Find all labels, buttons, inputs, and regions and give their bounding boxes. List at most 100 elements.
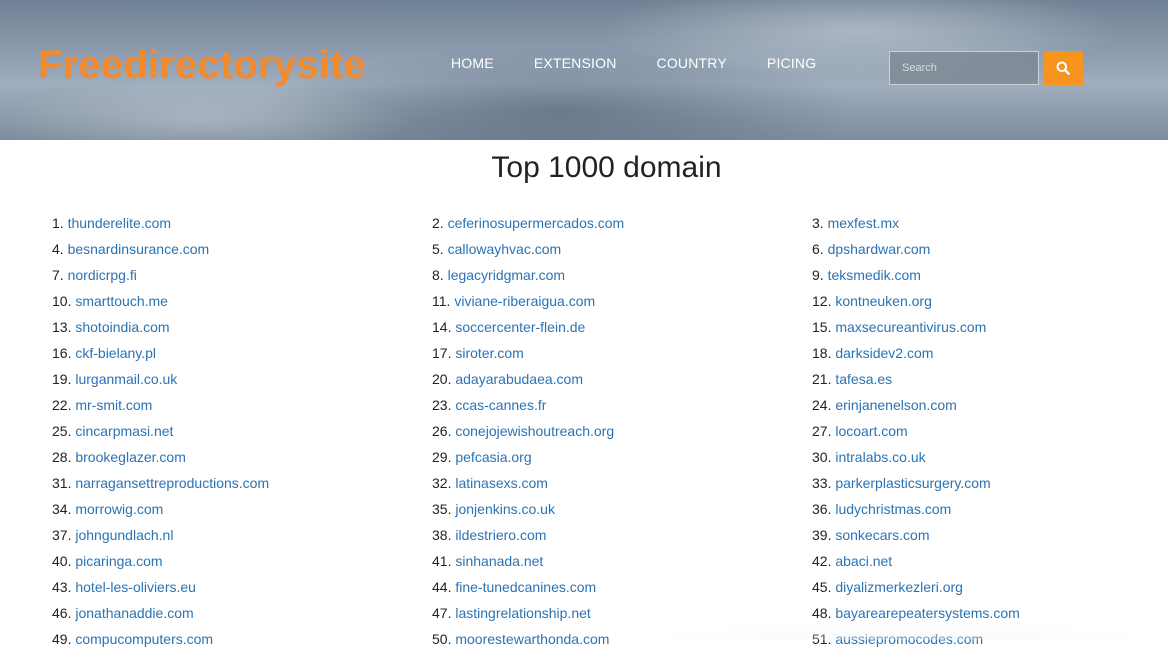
domain-link[interactable]: shotoindia.com xyxy=(75,319,169,335)
domain-list-item: 49. compucomputers.com xyxy=(52,626,269,652)
domain-link[interactable]: ludychristmas.com xyxy=(835,501,951,517)
domain-link[interactable]: lurganmail.co.uk xyxy=(75,371,177,387)
domain-link[interactable]: maxsecureantivirus.com xyxy=(835,319,986,335)
domain-link[interactable]: erinjanenelson.com xyxy=(835,397,956,413)
search-button[interactable] xyxy=(1043,51,1083,85)
domain-list-item: 30. intralabs.co.uk xyxy=(812,444,1020,470)
domain-link[interactable]: johngundlach.nl xyxy=(75,527,173,543)
domain-list-item: 14. soccercenter-flein.de xyxy=(432,314,624,340)
domain-list-item: 39. sonkecars.com xyxy=(812,522,1020,548)
domain-link[interactable]: moorestewarthonda.com xyxy=(455,631,609,647)
domain-link[interactable]: compucomputers.com xyxy=(75,631,213,647)
domain-rank: 42. xyxy=(812,553,832,569)
domain-link[interactable]: ccas-cannes.fr xyxy=(455,397,546,413)
search-form xyxy=(889,51,1083,85)
domain-rank: 36. xyxy=(812,501,832,517)
domain-link[interactable]: hotel-les-oliviers.eu xyxy=(75,579,196,595)
domain-link[interactable]: sinhanada.net xyxy=(455,553,543,569)
domain-rank: 39. xyxy=(812,527,832,543)
site-logo[interactable]: Freedirectorysite xyxy=(38,40,366,90)
domain-link[interactable]: cincarpmasi.net xyxy=(75,423,173,439)
domain-link[interactable]: soccercenter-flein.de xyxy=(455,319,585,335)
domain-link[interactable]: ildestriero.com xyxy=(455,527,546,543)
domain-link[interactable]: lastingrelationship.net xyxy=(455,605,590,621)
domain-column-2: 2. ceferinosupermercados.com 5. callowayh… xyxy=(432,210,624,652)
domain-rank: 24. xyxy=(812,397,832,413)
domain-list-item: 23. ccas-cannes.fr xyxy=(432,392,624,418)
domain-link[interactable]: bayarearepeatersystems.com xyxy=(835,605,1019,621)
domain-link[interactable]: viviane-riberaigua.com xyxy=(454,293,595,309)
domain-column-1: 1. thunderelite.com 4. besnardinsurance.c… xyxy=(52,210,269,652)
search-input[interactable] xyxy=(889,51,1039,85)
domain-link[interactable]: callowayhvac.com xyxy=(448,241,562,257)
domain-list-item: 18. darksidev2.com xyxy=(812,340,1020,366)
domain-list-item: 51. aussiepromocodes.com xyxy=(812,626,1020,652)
domain-link[interactable]: mexfest.mx xyxy=(828,215,900,231)
domain-link[interactable]: dpshardwar.com xyxy=(828,241,931,257)
domain-rank: 33. xyxy=(812,475,832,491)
domain-rank: 23. xyxy=(432,397,452,413)
domain-link[interactable]: fine-tunedcanines.com xyxy=(455,579,596,595)
domain-rank: 21. xyxy=(812,371,832,387)
domain-link[interactable]: besnardinsurance.com xyxy=(68,241,210,257)
domain-list-item: 38. ildestriero.com xyxy=(432,522,624,548)
domain-link[interactable]: legacyridgmar.com xyxy=(448,267,566,283)
domain-rank: 37. xyxy=(52,527,72,543)
domain-list-item: 46. jonathanaddie.com xyxy=(52,600,269,626)
domain-link[interactable]: locoart.com xyxy=(835,423,907,439)
domain-link[interactable]: jonjenkins.co.uk xyxy=(455,501,555,517)
domain-link[interactable]: aussiepromocodes.com xyxy=(835,631,983,647)
domain-link[interactable]: parkerplasticsurgery.com xyxy=(835,475,990,491)
domain-link[interactable]: diyalizmerkezleri.org xyxy=(835,579,963,595)
domain-rank: 48. xyxy=(812,605,832,621)
domain-list-item: 45. diyalizmerkezleri.org xyxy=(812,574,1020,600)
domain-list-item: 5. callowayhvac.com xyxy=(432,236,624,262)
domain-rank: 10. xyxy=(52,293,72,309)
domain-link[interactable]: tafesa.es xyxy=(835,371,892,387)
nav-country[interactable]: COUNTRY xyxy=(657,54,727,72)
domain-link[interactable]: adayarabudaea.com xyxy=(455,371,583,387)
domain-link[interactable]: sonkecars.com xyxy=(835,527,929,543)
domain-link[interactable]: narragansettreproductions.com xyxy=(75,475,269,491)
domain-link[interactable]: smarttouch.me xyxy=(75,293,168,309)
domain-link[interactable]: jonathanaddie.com xyxy=(75,605,193,621)
page-title: Top 1000 domain xyxy=(491,151,722,184)
domain-link[interactable]: ckf-bielany.pl xyxy=(75,345,156,361)
domain-list-item: 13. shotoindia.com xyxy=(52,314,269,340)
domain-rank: 6. xyxy=(812,241,824,257)
domain-list-item: 32. latinasexs.com xyxy=(432,470,624,496)
domain-rank: 29. xyxy=(432,449,452,465)
domain-link[interactable]: conejojewishoutreach.org xyxy=(455,423,614,439)
domain-rank: 51. xyxy=(812,631,832,647)
domain-rank: 43. xyxy=(52,579,72,595)
domain-list-item: 31. narragansettreproductions.com xyxy=(52,470,269,496)
domain-link[interactable]: mr-smit.com xyxy=(75,397,152,413)
domain-link[interactable]: abaci.net xyxy=(835,553,892,569)
domain-link[interactable]: brookeglazer.com xyxy=(75,449,186,465)
domain-rank: 28. xyxy=(52,449,72,465)
domain-link[interactable]: intralabs.co.uk xyxy=(835,449,925,465)
domain-list-item: 2. ceferinosupermercados.com xyxy=(432,210,624,236)
domain-link[interactable]: siroter.com xyxy=(455,345,523,361)
domain-rank: 46. xyxy=(52,605,72,621)
domain-list-item: 9. teksmedik.com xyxy=(812,262,1020,288)
domain-list-item: 15. maxsecureantivirus.com xyxy=(812,314,1020,340)
domain-link[interactable]: darksidev2.com xyxy=(835,345,933,361)
domain-list-item: 25. cincarpmasi.net xyxy=(52,418,269,444)
domain-link[interactable]: pefcasia.org xyxy=(455,449,531,465)
domain-link[interactable]: nordicrpg.fi xyxy=(68,267,137,283)
domain-link[interactable]: morrowig.com xyxy=(75,501,163,517)
domain-link[interactable]: ceferinosupermercados.com xyxy=(448,215,625,231)
nav-home[interactable]: HOME xyxy=(451,54,494,72)
domain-link[interactable]: picaringa.com xyxy=(75,553,162,569)
domain-list-item: 12. kontneuken.org xyxy=(812,288,1020,314)
domain-link[interactable]: thunderelite.com xyxy=(68,215,172,231)
domain-rank: 40. xyxy=(52,553,72,569)
domain-column-3: 3. mexfest.mx 6. dpshardwar.com 9. teksmed… xyxy=(812,210,1020,652)
domain-link[interactable]: kontneuken.org xyxy=(835,293,932,309)
nav-picing[interactable]: PICING xyxy=(767,54,816,72)
nav-extension[interactable]: EXTENSION xyxy=(534,54,617,72)
domain-list-item: 20. adayarabudaea.com xyxy=(432,366,624,392)
domain-link[interactable]: latinasexs.com xyxy=(455,475,548,491)
domain-link[interactable]: teksmedik.com xyxy=(828,267,921,283)
